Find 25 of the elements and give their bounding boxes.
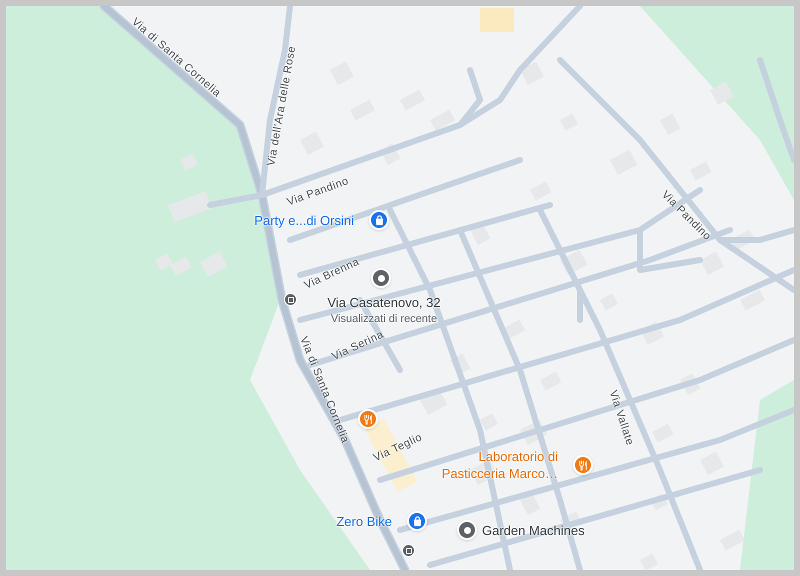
bus-stop-icon[interactable]: [284, 293, 297, 306]
street-label: Via Teglio: [370, 430, 426, 466]
map-pin[interactable]: [369, 210, 389, 230]
place-label[interactable]: Pasticceria Marco…: [442, 465, 558, 482]
map-pin[interactable]: [407, 511, 427, 531]
place-label[interactable]: Via Casatenovo, 32: [327, 294, 441, 311]
shopping-bag-icon: [374, 214, 384, 226]
building: [640, 553, 658, 570]
street-label: Via Vallate: [606, 388, 637, 448]
place-label[interactable]: Laboratorio di: [478, 448, 558, 465]
map-pin[interactable]: [457, 520, 477, 540]
fork-knife-icon: [362, 414, 374, 424]
map-pin[interactable]: [358, 409, 378, 429]
place-subtitle: Visualizzati di recente: [330, 312, 438, 327]
place-label[interactable]: Garden Machines: [482, 522, 585, 538]
street-label: Via dell'Ara delle Rose: [264, 44, 300, 168]
shopping-bag-icon: [412, 516, 422, 526]
map-pin[interactable]: [371, 268, 391, 288]
bus-stop-icon[interactable]: [402, 544, 415, 557]
street-label: Via Serina: [329, 328, 387, 365]
building: [480, 8, 514, 32]
place-label[interactable]: Zero Bike: [336, 512, 392, 530]
place-label[interactable]: Party e...di Orsini: [254, 212, 354, 228]
fork-knife-icon: [578, 460, 588, 470]
map-pin[interactable]: [573, 455, 593, 475]
